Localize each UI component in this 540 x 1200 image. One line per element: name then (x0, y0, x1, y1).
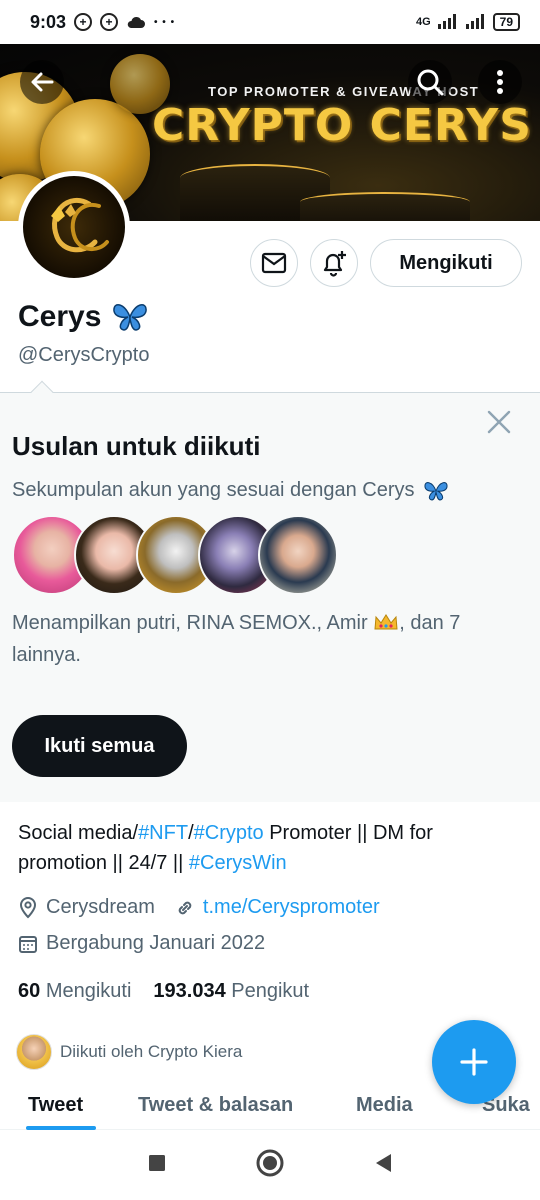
website: t.me/Ceryspromoter (175, 896, 380, 919)
cloud-icon (126, 15, 146, 29)
suggestions-subtitle-row: Sekumpulan akun yang sesuai dengan Cerys (12, 479, 450, 502)
bio-hashtag-link[interactable]: #NFT (138, 822, 188, 844)
status-bar: 9:03 + + • • • 4G 79 (0, 0, 540, 44)
butterfly-icon (113, 304, 148, 331)
search-icon (417, 69, 444, 96)
profile-meta-row: Cerysdream t.me/Ceryspromoter (18, 896, 400, 919)
location-text: Cerysdream (46, 896, 155, 918)
back-nav-button[interactable] (373, 1152, 393, 1179)
more-notifications-dots: • • • (154, 16, 176, 28)
bio-hashtag-link[interactable]: #CerysWin (189, 852, 287, 874)
joined-text: Bergabung Januari 2022 (46, 932, 266, 954)
suggestions-title: Usulan untuk diikuti (12, 431, 261, 461)
message-button[interactable] (250, 239, 298, 287)
battery-indicator: 79 (492, 13, 520, 31)
joined-row: Bergabung Januari 2022 (18, 932, 285, 955)
calendar-icon (19, 935, 37, 953)
profile-bio: Social media/#NFT/#Crypto Promoter || DM… (18, 818, 523, 878)
location: Cerysdream (18, 896, 155, 919)
bell-plus-icon (323, 251, 346, 277)
close-icon (487, 410, 511, 434)
tab-tweets-replies[interactable]: Tweet & balasan (138, 1094, 293, 1117)
followed-by-text: Diikuti oleh Crypto Kiera (60, 1042, 243, 1061)
link-icon (178, 901, 192, 914)
following-label: Mengikuti (45, 980, 132, 1002)
circle-home-icon (256, 1149, 284, 1176)
signal-icon (437, 13, 459, 32)
suggested-avatar[interactable] (258, 515, 338, 595)
profile-avatar[interactable] (18, 171, 130, 283)
suggestions-preview-names: Menampilkan putri, RINA SEMOX., Amir (12, 612, 368, 634)
dismiss-suggestions-button[interactable] (486, 409, 512, 435)
tab-media[interactable]: Media (356, 1094, 413, 1117)
followers-label: Pengikut (231, 980, 310, 1002)
system-navigation-bar (0, 1130, 540, 1200)
followed-by-row[interactable]: Diikuti oleh Crypto Kiera (16, 1034, 242, 1070)
butterfly-icon (424, 481, 449, 500)
suggestions-preview-text: Menampilkan putri, RINA SEMOX., Amir , d… (12, 607, 528, 671)
follow-counts: 60 Mengikuti 193.034 Pengikut (18, 980, 309, 1003)
banner-pedestal-decoration (300, 192, 470, 221)
square-icon (149, 1154, 165, 1171)
crown-icon (374, 614, 398, 630)
notification-plus-icon: + (74, 13, 93, 31)
cerys-logo-icon (51, 197, 109, 253)
bio-hashtag-link[interactable]: #Crypto (194, 822, 264, 844)
joined: Bergabung Januari 2022 (18, 932, 265, 955)
follower-avatar (16, 1034, 52, 1070)
network-type: 4G (415, 16, 431, 28)
clock: 9:03 (30, 11, 67, 32)
following-count[interactable]: 60 Mengikuti (18, 980, 131, 1003)
website-link[interactable]: t.me/Ceryspromoter (203, 896, 380, 919)
notifications-button[interactable] (310, 239, 358, 287)
suggested-avatars (12, 515, 338, 597)
triangle-back-icon (376, 1153, 391, 1172)
following-number: 60 (18, 980, 41, 1002)
home-button[interactable] (255, 1148, 285, 1183)
search-button[interactable] (408, 60, 452, 104)
compose-tweet-button[interactable] (432, 1020, 516, 1104)
notification-plus-icon-2: + (100, 13, 119, 31)
following-button[interactable]: Mengikuti (370, 239, 522, 287)
bio-text: Social media/ (18, 822, 139, 844)
back-button[interactable] (20, 60, 64, 104)
followers-number: 193.034 (153, 980, 226, 1002)
followers-count[interactable]: 193.034 Pengikut (153, 980, 309, 1003)
follow-all-button[interactable]: Ikuti semua (12, 715, 187, 777)
signal-icon-2 (465, 13, 487, 32)
follow-suggestions-card: Usulan untuk diikuti Sekumpulan akun yan… (0, 380, 540, 802)
arrow-left-icon (31, 72, 54, 92)
more-options-button[interactable] (478, 60, 522, 104)
banner-title: CRYPTO CERYS (152, 100, 532, 151)
recents-button[interactable] (147, 1153, 167, 1178)
tab-tweets[interactable]: Tweet (28, 1094, 83, 1117)
more-vertical-icon (497, 70, 503, 94)
plus-icon (460, 1048, 488, 1076)
profile-name: Cerys (18, 300, 102, 333)
profile-name-row: Cerys (18, 300, 149, 334)
profile-handle: @CerysCrypto (18, 344, 150, 366)
location-pin-icon (19, 896, 37, 918)
card-pointer (30, 380, 54, 404)
suggestions-subtitle: Sekumpulan akun yang sesuai dengan Cerys (12, 479, 415, 501)
mail-icon (261, 252, 287, 274)
